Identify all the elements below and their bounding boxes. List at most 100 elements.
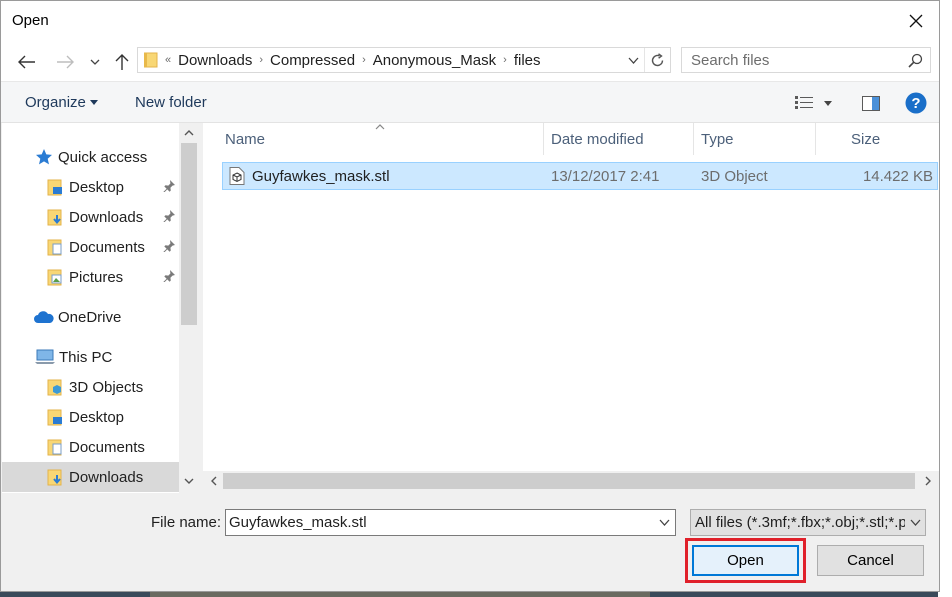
file-name-combobox[interactable] xyxy=(225,509,676,536)
chevron-right-icon: › xyxy=(362,54,366,66)
nav-item-documents-pinned[interactable]: Documents xyxy=(2,232,179,262)
arrow-right-icon xyxy=(57,55,74,69)
desktop-folder-icon xyxy=(45,177,65,197)
organize-button[interactable]: Organize xyxy=(25,94,98,111)
chevron-right-icon: › xyxy=(259,54,264,66)
navigation-pane: Quick access Desktop Downloads Documents… xyxy=(2,123,199,493)
file-type-select[interactable]: All files (*.3mf;*.fbx;*.obj;*.stl;*.p xyxy=(690,509,926,536)
table-row[interactable]: Guyfawkes_mask.stl 13/12/2017 2:41 3D Ob… xyxy=(222,162,938,190)
breadcrumb-anonymous-mask[interactable]: Anonymous_Mask xyxy=(369,52,500,69)
chevron-left-icon xyxy=(211,476,217,486)
file-type: 3D Object xyxy=(701,168,768,185)
nav-item-label: Desktop xyxy=(69,178,125,196)
nav-item-label: Documents xyxy=(69,238,145,256)
up-button[interactable] xyxy=(109,49,135,75)
documents-folder-icon xyxy=(45,437,65,457)
help-button[interactable]: ? xyxy=(901,90,931,116)
column-divider[interactable] xyxy=(815,123,816,155)
chevron-down-icon xyxy=(184,478,194,484)
address-bar[interactable]: « Downloads › Compressed › Anonymous_Mas… xyxy=(137,47,671,73)
3d-object-file-icon xyxy=(229,167,245,189)
nav-item-pictures-pinned[interactable]: Pictures xyxy=(2,262,179,292)
star-icon xyxy=(34,147,54,167)
scroll-down-button[interactable] xyxy=(179,472,199,490)
file-name: Guyfawkes_mask.stl xyxy=(252,168,390,185)
nav-item-quick-access[interactable]: Quick access xyxy=(2,142,179,172)
downloads-folder-icon xyxy=(45,207,65,227)
scroll-up-button[interactable] xyxy=(179,124,199,142)
dialog-title: Open xyxy=(12,12,49,29)
column-divider[interactable] xyxy=(693,123,694,155)
nav-item-label: Quick access xyxy=(58,148,148,166)
nav-item-label: OneDrive xyxy=(58,308,122,326)
pin-icon xyxy=(163,180,175,192)
nav-item-label: Pictures xyxy=(69,268,124,286)
breadcrumb-files[interactable]: files xyxy=(510,52,545,69)
preview-pane-icon xyxy=(862,95,880,111)
scroll-left-button[interactable] xyxy=(204,471,224,491)
title-bar: Open xyxy=(1,1,939,41)
file-name-label: File name: xyxy=(151,514,222,531)
close-button[interactable] xyxy=(893,1,939,41)
organize-label: Organize xyxy=(25,94,86,111)
forward-button[interactable] xyxy=(52,49,78,75)
help-icon: ? xyxy=(905,92,927,114)
nav-item-desktop-pinned[interactable]: Desktop xyxy=(2,172,179,202)
file-name-dropdown-button[interactable] xyxy=(653,519,675,526)
column-divider[interactable] xyxy=(543,123,544,155)
column-header-name[interactable]: Name xyxy=(225,123,543,155)
search-box[interactable] xyxy=(681,47,931,73)
details-view-icon xyxy=(795,96,813,109)
file-type-dropdown-button[interactable] xyxy=(905,519,925,526)
address-dropdown-button[interactable] xyxy=(622,48,644,72)
nav-item-documents[interactable]: Documents xyxy=(2,432,179,462)
column-header-size[interactable]: Size xyxy=(851,123,931,155)
chevron-up-icon xyxy=(184,130,194,136)
breadcrumb-downloads[interactable]: Downloads xyxy=(174,52,256,69)
file-date-modified: 13/12/2017 2:41 xyxy=(551,168,660,185)
search-icon xyxy=(900,53,930,68)
view-options-dropdown[interactable] xyxy=(819,90,837,116)
nav-item-desktop[interactable]: Desktop xyxy=(2,402,179,432)
pin-icon xyxy=(163,240,175,252)
scrollbar-thumb[interactable] xyxy=(223,473,915,489)
refresh-button[interactable] xyxy=(644,48,670,72)
search-input[interactable] xyxy=(682,48,900,72)
column-header-date-modified[interactable]: Date modified xyxy=(551,123,693,155)
pin-icon xyxy=(163,270,175,282)
svg-text:?: ? xyxy=(911,95,920,112)
breadcrumb-overflow[interactable]: « xyxy=(162,54,174,66)
file-list-scrollbar[interactable] xyxy=(203,471,939,491)
open-button[interactable]: Open xyxy=(692,545,799,576)
change-view-button[interactable] xyxy=(789,90,819,116)
pin-icon xyxy=(163,210,175,222)
preview-pane-button[interactable] xyxy=(856,90,886,116)
file-type-selected: All files (*.3mf;*.fbx;*.obj;*.stl;*.p xyxy=(695,514,905,531)
navigation-scrollbar[interactable] xyxy=(179,123,199,493)
cancel-button[interactable]: Cancel xyxy=(817,545,924,576)
nav-item-downloads[interactable]: Downloads xyxy=(2,462,179,492)
nav-item-onedrive[interactable]: OneDrive xyxy=(2,302,179,332)
chevron-right-icon: › xyxy=(503,54,507,66)
pictures-folder-icon xyxy=(45,267,65,287)
nav-item-this-pc[interactable]: This PC xyxy=(2,342,179,372)
open-file-dialog: Open « Downloads › Compressed › Anonymou… xyxy=(0,0,940,592)
recent-locations-button[interactable] xyxy=(84,49,106,75)
column-header-type[interactable]: Type xyxy=(701,123,815,155)
chevron-down-icon xyxy=(90,59,100,65)
new-folder-label: New folder xyxy=(135,94,207,111)
scrollbar-thumb[interactable] xyxy=(181,143,197,325)
caret-down-icon xyxy=(89,100,98,105)
breadcrumb-compressed[interactable]: Compressed xyxy=(266,52,359,69)
folder-icon xyxy=(142,52,162,68)
nav-item-downloads-pinned[interactable]: Downloads xyxy=(2,202,179,232)
breadcrumb: « Downloads › Compressed › Anonymous_Mas… xyxy=(138,48,622,72)
nav-item-label: Documents xyxy=(69,438,145,456)
nav-item-label: Desktop xyxy=(69,408,125,426)
nav-item-3d-objects[interactable]: 3D Objects xyxy=(2,372,179,402)
scroll-right-button[interactable] xyxy=(918,471,938,491)
new-folder-button[interactable]: New folder xyxy=(135,94,207,111)
back-button[interactable] xyxy=(14,49,40,75)
chevron-down-icon xyxy=(628,57,638,64)
file-name-field[interactable] xyxy=(226,510,653,535)
